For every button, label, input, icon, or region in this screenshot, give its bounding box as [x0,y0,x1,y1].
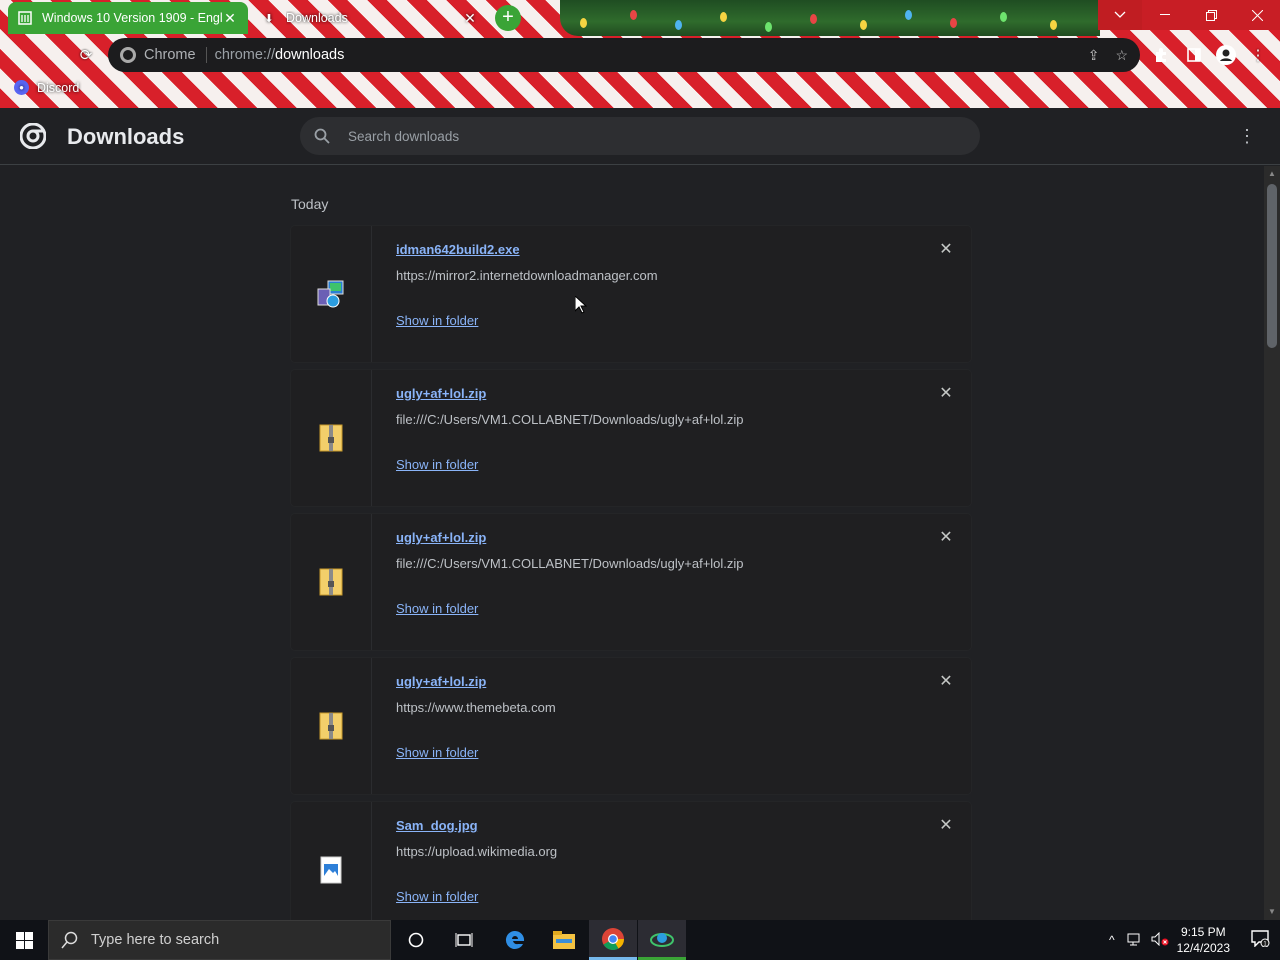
reload-icon[interactable]: ⟳ [75,44,97,66]
download-item: ugly+af+lol.zip https://www.themebeta.co… [291,658,971,794]
file-source-url: file:///C:/Users/VM1.COLLABNET/Downloads… [396,412,744,427]
windows-taskbar: Type here to search ^ 9:15 PM 12/4/2023 [0,920,1280,960]
installer-icon [291,226,372,362]
file-explorer-icon[interactable] [540,920,588,960]
network-icon[interactable] [1127,932,1143,949]
show-in-folder-link[interactable]: Show in folder [396,457,478,472]
chrome-site-icon [120,47,136,63]
downloads-list: Today idman642build2.exe https://mirror2… [0,166,1264,920]
page-scrollbar[interactable]: ▲ ▼ [1264,166,1280,920]
more-actions-icon[interactable]: ⋮ [1238,126,1256,146]
windows-logo-icon [15,931,33,949]
search-input[interactable] [346,127,926,145]
clock-date: 12/4/2023 [1176,941,1230,955]
url-path: downloads [275,47,345,63]
show-in-folder-link[interactable]: Show in folder [396,313,478,328]
download-item: ugly+af+lol.zip file:///C:/Users/VM1.COL… [291,514,971,650]
task-view-icon[interactable] [440,920,488,960]
chrome-logo-icon [20,123,46,149]
remove-from-list-icon[interactable]: ✕ [936,672,956,692]
download-item: idman642build2.exe https://mirror2.inter… [291,226,971,362]
window-controls [1098,0,1280,30]
close-window-button[interactable] [1234,0,1280,30]
taskbar-clock[interactable]: 9:15 PM 12/4/2023 [1177,924,1230,956]
close-tab-icon[interactable]: ✕ [462,10,478,27]
side-panel-icon[interactable] [1183,44,1205,66]
tab-downloads[interactable]: ⬇ Downloads ✕ [252,2,488,34]
file-source-url: file:///C:/Users/VM1.COLLABNET/Downloads… [396,556,744,571]
profile-avatar-icon[interactable] [1215,44,1237,66]
file-name-link[interactable]: ugly+af+lol.zip [396,530,486,545]
zip-folder-icon [291,370,372,506]
bookmark-star-icon[interactable]: ☆ [1115,47,1128,64]
tab-strip: Windows 10 Version 1909 - Engl ✕ ⬇ Downl… [0,0,1280,36]
taskbar-search-placeholder: Type here to search [91,932,220,948]
download-item: ugly+af+lol.zip file:///C:/Users/VM1.COL… [291,370,971,506]
chrome-taskbar-icon[interactable] [589,920,637,960]
zip-folder-icon [291,514,372,650]
zip-folder-icon [291,658,372,794]
show-in-folder-link[interactable]: Show in folder [396,889,478,904]
file-source-url: https://upload.wikimedia.org [396,844,558,859]
scrollbar-thumb[interactable] [1267,184,1277,348]
new-tab-button[interactable]: + [495,5,521,31]
cortana-icon[interactable] [392,920,440,960]
extensions-puzzle-icon[interactable] [1150,44,1172,66]
institution-icon [18,11,32,25]
remove-from-list-icon[interactable]: ✕ [936,384,956,404]
file-source-url: https://www.themebeta.com [396,700,556,715]
file-name-link[interactable]: ugly+af+lol.zip [396,386,486,401]
chrome-menu-icon[interactable]: ⋮ [1247,44,1269,66]
restore-button[interactable] [1188,0,1234,30]
scroll-down-icon[interactable]: ▼ [1268,908,1276,916]
edge-browser-icon[interactable] [491,920,539,960]
bookmark-label: Discord [37,80,80,95]
downloads-toolbar: Downloads ⋮ [0,108,1280,165]
file-name-link[interactable]: idman642build2.exe [396,242,520,257]
mouse-cursor-icon [575,296,587,314]
show-in-folder-link[interactable]: Show in folder [396,745,478,760]
url-scheme: chrome:// [214,47,276,63]
search-icon [314,128,330,144]
scroll-up-icon[interactable]: ▲ [1268,170,1276,178]
tab-search-button[interactable] [1098,0,1142,30]
search-icon [61,931,78,949]
tab-windows-10[interactable]: Windows 10 Version 1909 - Engl ✕ [8,2,248,34]
download-icon: ⬇ [264,12,274,25]
file-source-url: https://mirror2.internetdownloadmanager.… [396,268,658,283]
remove-from-list-icon[interactable]: ✕ [936,816,956,836]
page-title: Downloads [67,124,185,149]
file-name-link[interactable]: Sam_dog.jpg [396,818,478,833]
start-button[interactable] [0,920,48,960]
tab-title: Downloads [286,11,348,25]
site-chip: Chrome [144,47,207,63]
minimize-button[interactable] [1142,0,1188,30]
tab-title: Windows 10 Version 1909 - Engl [42,11,222,25]
address-bar[interactable]: Chrome chrome:// downloads ⇪ ☆ [108,38,1140,72]
volume-muted-icon[interactable] [1151,931,1169,949]
taskbar-search-box[interactable]: Type here to search [48,920,391,960]
system-tray: ^ 9:15 PM 12/4/2023 1 [1109,920,1280,960]
show-hidden-icons-icon[interactable]: ^ [1109,933,1115,947]
bookmark-discord[interactable]: ● Discord [14,80,79,95]
file-name-link[interactable]: ugly+af+lol.zip [396,674,486,689]
remove-from-list-icon[interactable]: ✕ [936,240,956,260]
clock-time: 9:15 PM [1180,925,1226,939]
search-downloads-box[interactable] [300,117,980,155]
section-date-label: Today [291,196,329,212]
notification-center-icon[interactable]: 1 [1240,929,1280,952]
browser-frame: Windows 10 Version 1909 - Engl ✕ ⬇ Downl… [0,0,1280,108]
remove-from-list-icon[interactable]: ✕ [936,528,956,548]
discord-icon: ● [14,80,29,95]
image-file-icon [291,802,372,920]
show-in-folder-link[interactable]: Show in folder [396,601,478,616]
download-item: Sam_dog.jpg https://upload.wikimedia.org… [291,802,971,920]
share-icon[interactable]: ⇪ [1088,47,1100,64]
internet-download-manager-icon[interactable] [638,920,686,960]
close-tab-icon[interactable]: ✕ [222,10,238,27]
